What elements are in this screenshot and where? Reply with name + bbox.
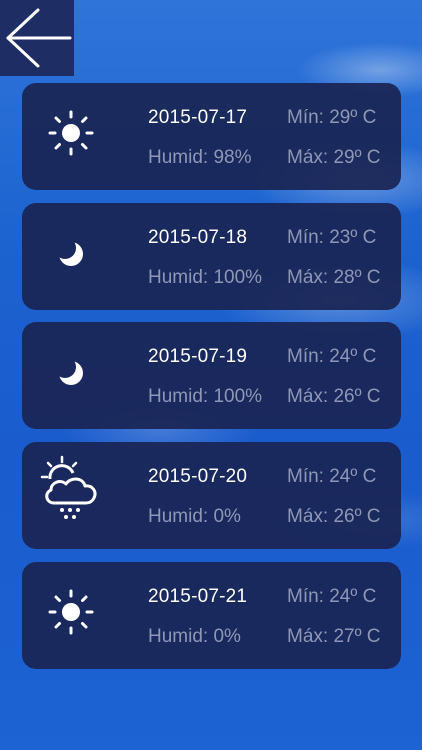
- min-temperature: Mín: 29º C: [287, 107, 377, 128]
- min-temperature: Mín: 24º C: [287, 466, 377, 487]
- min-temperature: Mín: 24º C: [287, 346, 377, 367]
- sun-cloud-rain-icon: [40, 455, 100, 519]
- max-temperature: Máx: 27º C: [287, 626, 381, 647]
- forecast-date: 2015-07-20: [148, 466, 248, 487]
- humidity: Humid: 98%: [148, 147, 252, 168]
- forecast-date: 2015-07-19: [148, 346, 248, 367]
- forecast-date: 2015-07-21: [148, 586, 248, 607]
- forecast-date: 2015-07-18: [148, 227, 248, 248]
- min-temperature: Mín: 24º C: [287, 586, 377, 607]
- forecast-card: 2015-07-17 Mín: 29º C Humid: 98% Máx: 29…: [22, 83, 401, 190]
- max-temperature: Máx: 29º C: [287, 147, 381, 168]
- max-temperature: Máx: 26º C: [287, 386, 381, 407]
- moon-icon: [46, 223, 96, 283]
- max-temperature: Máx: 28º C: [287, 267, 381, 288]
- forecast-date: 2015-07-17: [148, 107, 248, 128]
- humidity: Humid: 0%: [148, 626, 241, 647]
- back-button[interactable]: [0, 0, 74, 76]
- arrow-left-icon: [6, 8, 72, 68]
- forecast-card: 2015-07-19 Mín: 24º C Humid: 100% Máx: 2…: [22, 322, 401, 429]
- sun-icon: [46, 582, 96, 642]
- forecast-card: 2015-07-21 Mín: 24º C Humid: 0% Máx: 27º…: [22, 562, 401, 669]
- sun-icon: [46, 103, 96, 163]
- min-temperature: Mín: 23º C: [287, 227, 377, 248]
- max-temperature: Máx: 26º C: [287, 506, 381, 527]
- humidity: Humid: 100%: [148, 267, 263, 288]
- forecast-card: 2015-07-20 Mín: 24º C Humid: 0% Máx: 26º…: [22, 442, 401, 549]
- humidity: Humid: 0%: [148, 506, 241, 527]
- moon-icon: [46, 342, 96, 402]
- humidity: Humid: 100%: [148, 386, 263, 407]
- forecast-card: 2015-07-18 Mín: 23º C Humid: 100% Máx: 2…: [22, 203, 401, 310]
